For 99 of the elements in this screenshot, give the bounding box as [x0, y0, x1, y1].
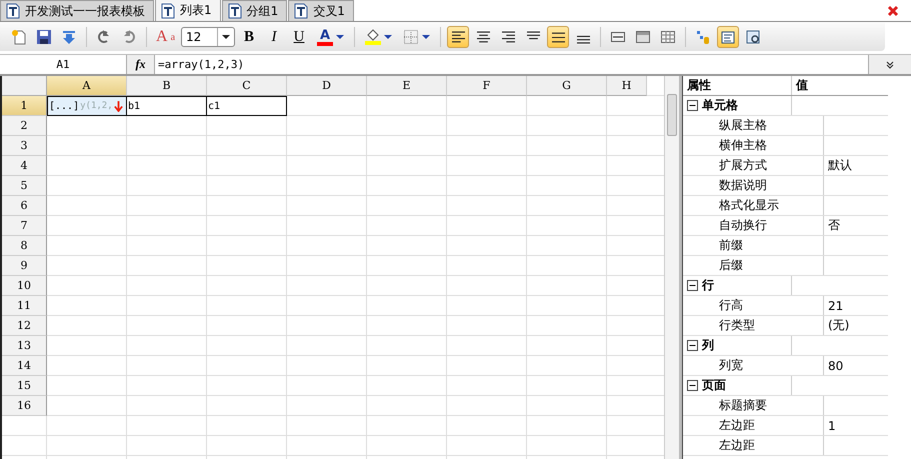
collapse-icon[interactable]: [687, 340, 698, 351]
table-cell[interactable]: b1: [127, 96, 207, 116]
row-header[interactable]: 12: [2, 316, 47, 336]
column-header[interactable]: H: [607, 76, 647, 96]
formula-hint: y(1,2,: [80, 101, 113, 111]
new-document-icon: [11, 29, 27, 45]
row-header[interactable]: 15: [2, 376, 47, 396]
property-name: 前缀: [719, 237, 743, 254]
column-header[interactable]: B: [127, 76, 207, 96]
table-cell[interactable]: [...]y(1,2,: [47, 96, 127, 116]
collapse-icon[interactable]: [687, 280, 698, 291]
property-name: 扩展方式: [719, 157, 767, 174]
column-header[interactable]: E: [367, 76, 447, 96]
align-icon: [552, 30, 565, 44]
column-header[interactable]: C: [207, 76, 287, 96]
group-label: 列: [702, 337, 714, 354]
properties-button[interactable]: [717, 26, 740, 48]
column-header: 属性: [683, 76, 792, 95]
table-header-icon: [635, 29, 652, 45]
property-name: 左边距: [719, 437, 755, 454]
property-name: 行类型: [719, 317, 755, 334]
down-arrow-icon: [61, 29, 77, 45]
document-icon: [160, 2, 176, 18]
column-header[interactable]: G: [527, 76, 607, 96]
group-label: 行: [702, 277, 714, 294]
preview-icon: [745, 29, 762, 45]
row-header[interactable]: 13: [2, 336, 47, 356]
row-header[interactable]: 16: [2, 396, 47, 416]
property-value[interactable]: 默认: [828, 157, 852, 174]
bold-button[interactable]: B: [238, 26, 260, 48]
group-label: 单元格: [702, 97, 738, 114]
italic-button[interactable]: I: [263, 26, 286, 48]
align-icon: [502, 30, 515, 44]
document-tab[interactable]: 列表1: [155, 0, 221, 21]
align-icon: [452, 30, 465, 44]
database-icon: [695, 29, 712, 45]
merge-cells-icon: [610, 29, 626, 45]
caret-icon: [222, 35, 230, 39]
row-header[interactable]: 3: [2, 136, 47, 156]
property-value[interactable]: (无): [828, 317, 850, 334]
document-tab[interactable]: 交叉1: [288, 0, 354, 21]
column-header: 值: [794, 77, 809, 94]
letter-a-label: A: [320, 28, 330, 42]
row-header[interactable]: 1: [2, 96, 47, 116]
property-name: 纵展主格: [719, 117, 767, 134]
column-header[interactable]: D: [287, 76, 367, 96]
caret-icon: [336, 35, 344, 39]
property-value[interactable]: 1: [828, 418, 836, 432]
document-icon: [5, 3, 21, 19]
document-icon: [293, 3, 310, 19]
row-header[interactable]: 14: [2, 356, 47, 376]
row-header[interactable]: 4: [2, 156, 47, 176]
collapse-icon[interactable]: [687, 380, 698, 391]
function-button[interactable]: fx: [127, 55, 155, 74]
document-tab[interactable]: 开发测试一一报表模板: [0, 0, 154, 21]
vertical-scrollbar[interactable]: [664, 76, 679, 459]
property-name: 横伸主格: [719, 137, 767, 154]
collapse-icon[interactable]: [687, 100, 698, 111]
caret-icon: [422, 35, 430, 39]
font-size-dropdown[interactable]: 12: [181, 27, 236, 47]
row-header[interactable]: 8: [2, 236, 47, 256]
properties-icon: [720, 29, 736, 45]
property-name: 标题摘要: [719, 397, 767, 414]
formula-field[interactable]: =array(1,2,3): [155, 55, 868, 74]
align-left-button[interactable]: [447, 26, 470, 48]
row-header[interactable]: 7: [2, 216, 47, 236]
caret-icon: [384, 35, 392, 39]
property-name: 左边距: [719, 417, 755, 434]
expand-button[interactable]: [868, 55, 911, 74]
property-value[interactable]: 否: [828, 217, 840, 234]
property-value[interactable]: 21: [828, 298, 844, 312]
property-name: 数据说明: [719, 177, 767, 194]
row-header[interactable]: 11: [2, 296, 47, 316]
chevron-icon: [886, 60, 894, 68]
row-header[interactable]: 6: [2, 196, 47, 216]
close-icon[interactable]: [887, 5, 899, 17]
column-header[interactable]: A: [47, 76, 127, 96]
property-name: 列宽: [719, 357, 743, 374]
font-color-button[interactable]: A: [313, 26, 348, 48]
row-header[interactable]: 5: [2, 176, 47, 196]
document-icon: [226, 3, 243, 19]
border-icon: [403, 29, 420, 45]
group-label: 页面: [702, 377, 726, 394]
align-icon: [476, 30, 490, 44]
grid-icon: [660, 29, 676, 45]
property-name: 格式化显示: [719, 197, 779, 214]
undo-icon: [96, 29, 112, 45]
property-name: 行高: [719, 297, 743, 314]
row-header[interactable]: 9: [2, 256, 47, 276]
align-middle-button[interactable]: [547, 26, 570, 48]
document-tab[interactable]: 分组1: [222, 0, 288, 21]
row-header[interactable]: 2: [2, 116, 47, 136]
underline-button[interactable]: U: [288, 26, 310, 48]
property-value[interactable]: 80: [828, 358, 844, 372]
property-name: 自动换行: [719, 217, 767, 234]
property-name: 后缀: [719, 257, 743, 274]
column-header[interactable]: F: [447, 76, 527, 96]
row-header[interactable]: 10: [2, 276, 47, 296]
table-cell[interactable]: c1: [207, 96, 287, 116]
